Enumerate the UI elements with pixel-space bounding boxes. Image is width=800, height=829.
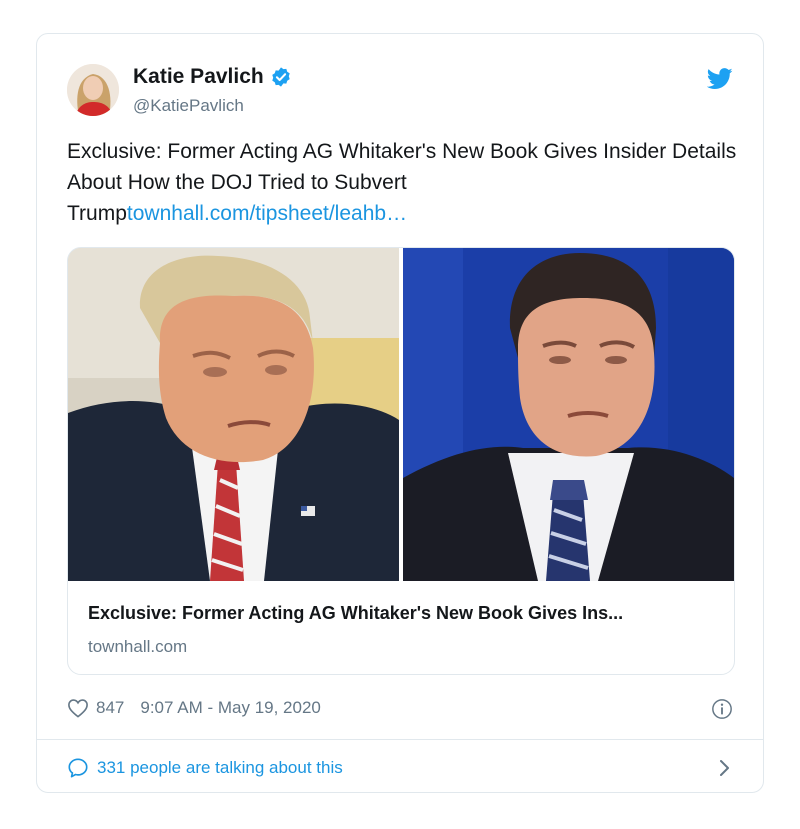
verified-badge-icon [272,67,290,87]
timestamp[interactable]: 9:07 AM - May 19, 2020 [140,698,321,718]
avatar[interactable] [67,64,119,116]
embedded-tweet: Katie Pavlich @KatiePavlich Exclusive: F… [36,33,764,793]
tweet-text: Exclusive: Former Acting AG Whitaker's N… [67,136,747,229]
author-name[interactable]: Katie Pavlich [133,65,292,89]
author-name-text[interactable]: Katie Pavlich [133,65,264,89]
info-icon[interactable] [711,698,733,720]
speech-bubble-icon [68,758,88,778]
like-count[interactable]: 847 [96,698,124,718]
conversation-text[interactable]: 331 people are talking about this [97,758,343,778]
card-image [68,248,734,581]
card-title[interactable]: Exclusive: Former Acting AG Whitaker's N… [88,603,718,624]
divider [37,739,763,740]
conversation-link[interactable]: 331 people are talking about this [67,754,731,782]
card-domain: townhall.com [88,637,188,656]
tweet-link[interactable]: townhall.com/tipsheet/leahb… [127,202,407,225]
twitter-bird-icon[interactable] [707,68,733,90]
link-card[interactable]: Exclusive: Former Acting AG Whitaker's N… [67,247,735,675]
author-handle[interactable]: @KatiePavlich [133,96,244,116]
avatar-image [67,64,119,116]
chevron-right-icon[interactable] [717,758,731,778]
heart-icon[interactable] [67,698,89,718]
tweet-meta: 847 9:07 AM - May 19, 2020 [67,698,321,718]
